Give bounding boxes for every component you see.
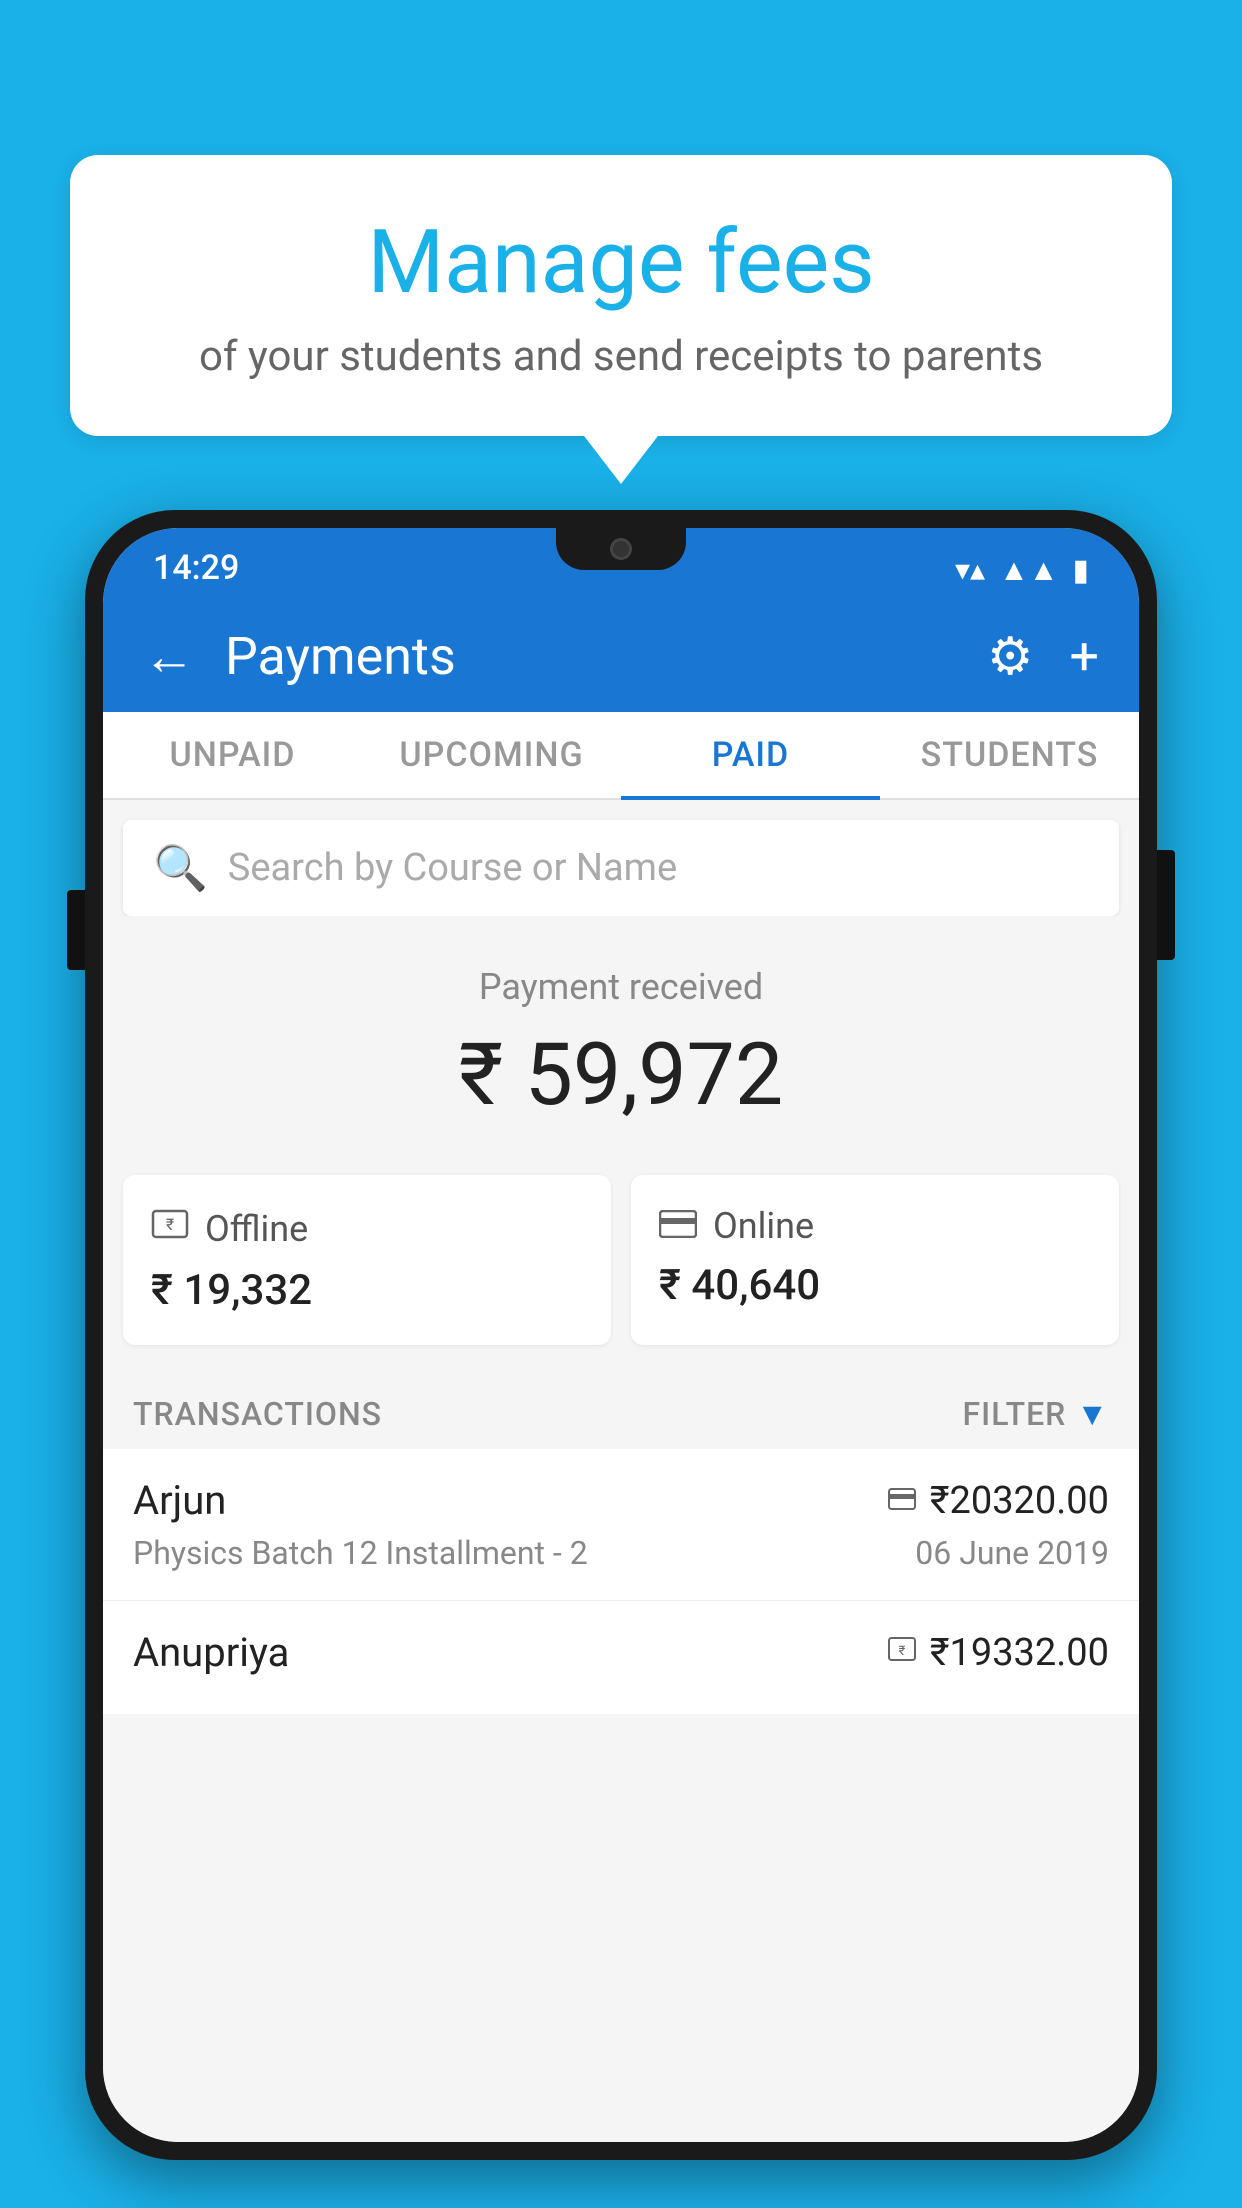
speech-bubble-subtitle: of your students and send receipts to pa…: [150, 332, 1092, 381]
offline-payment-icon: ₹: [151, 1205, 189, 1252]
back-button[interactable]: ←: [143, 626, 195, 687]
payment-received-label: Payment received: [133, 966, 1109, 1008]
front-camera: [610, 538, 632, 560]
tab-students[interactable]: STUDENTS: [880, 712, 1139, 798]
search-icon: 🔍: [153, 842, 208, 894]
transaction-date: 06 June 2019: [915, 1534, 1109, 1572]
phone-wrapper: 14:29 ▾▴ ▲▲ ▮ ← Payments ⚙ +: [85, 510, 1157, 2208]
online-card-amount: ₹ 40,640: [659, 1261, 1091, 1310]
svg-text:₹: ₹: [166, 1215, 174, 1234]
transaction-amount: ₹20320.00: [930, 1479, 1109, 1523]
tabs-bar: UNPAID UPCOMING PAID STUDENTS: [103, 712, 1139, 800]
transaction-top: Arjun ₹20320.00: [133, 1477, 1109, 1524]
app-bar: ← Payments ⚙ +: [103, 600, 1139, 712]
speech-bubble-container: Manage fees of your students and send re…: [70, 155, 1172, 436]
payment-received-amount: ₹ 59,972: [133, 1024, 1109, 1125]
filter-icon: ▼: [1076, 1395, 1109, 1433]
tab-upcoming[interactable]: UPCOMING: [362, 712, 621, 798]
transactions-label: TRANSACTIONS: [133, 1395, 382, 1433]
tab-unpaid[interactable]: UNPAID: [103, 712, 362, 798]
transaction-amount-row: ₹20320.00: [888, 1479, 1109, 1523]
transaction-amount-2: ₹19332.00: [930, 1631, 1109, 1675]
online-card: Online ₹ 40,640: [631, 1175, 1119, 1345]
speech-bubble-title: Manage fees: [150, 215, 1092, 312]
payment-summary: Payment received ₹ 59,972: [103, 916, 1139, 1155]
speech-bubble: Manage fees of your students and send re…: [70, 155, 1172, 436]
transaction-item-partial[interactable]: Anupriya ₹ ₹19332.00: [103, 1601, 1139, 1714]
svg-text:₹: ₹: [898, 1644, 905, 1659]
phone-notch: [556, 528, 686, 570]
battery-icon: ▮: [1072, 553, 1089, 588]
offline-card-amount: ₹ 19,332: [151, 1266, 583, 1315]
status-time: 14:29: [153, 528, 239, 588]
wifi-icon: ▾▴: [955, 553, 985, 588]
payment-cards: ₹ Offline ₹ 19,332: [103, 1155, 1139, 1375]
transaction-bottom: Physics Batch 12 Installment - 2 06 June…: [133, 1534, 1109, 1572]
online-card-header: Online: [659, 1205, 1091, 1247]
transaction-name-2: Anupriya: [133, 1629, 289, 1676]
tab-paid[interactable]: PAID: [621, 712, 880, 798]
status-icons: ▾▴ ▲▲ ▮: [955, 528, 1089, 588]
transaction-top-2: Anupriya ₹ ₹19332.00: [133, 1629, 1109, 1676]
add-icon[interactable]: +: [1069, 626, 1099, 687]
online-payment-icon: [659, 1205, 697, 1247]
search-bar[interactable]: 🔍 Search by Course or Name: [123, 820, 1119, 916]
transaction-item[interactable]: Arjun ₹20320.00: [103, 1449, 1139, 1601]
settings-icon[interactable]: ⚙: [987, 626, 1034, 687]
transaction-amount-row-2: ₹ ₹19332.00: [888, 1631, 1109, 1675]
transaction-course: Physics Batch 12 Installment - 2: [133, 1534, 588, 1572]
online-tx-icon: [888, 1483, 916, 1518]
content-area: 🔍 Search by Course or Name Payment recei…: [103, 800, 1139, 2142]
phone-screen: 14:29 ▾▴ ▲▲ ▮ ← Payments ⚙ +: [103, 528, 1139, 2142]
online-card-label: Online: [713, 1205, 814, 1247]
offline-tx-icon: ₹: [888, 1635, 916, 1671]
filter-button[interactable]: FILTER ▼: [963, 1395, 1109, 1433]
signal-icon: ▲▲: [999, 553, 1058, 588]
offline-card: ₹ Offline ₹ 19,332: [123, 1175, 611, 1345]
offline-card-header: ₹ Offline: [151, 1205, 583, 1252]
transaction-name: Arjun: [133, 1477, 226, 1524]
filter-label: FILTER: [963, 1395, 1067, 1433]
transactions-header: TRANSACTIONS FILTER ▼: [103, 1375, 1139, 1449]
offline-card-label: Offline: [205, 1208, 308, 1250]
search-input[interactable]: Search by Course or Name: [228, 846, 677, 890]
transaction-list: Arjun ₹20320.00: [103, 1449, 1139, 1714]
app-bar-icons: ⚙ +: [987, 626, 1099, 687]
phone-inner: 14:29 ▾▴ ▲▲ ▮ ← Payments ⚙ +: [103, 528, 1139, 2142]
phone-outer: 14:29 ▾▴ ▲▲ ▮ ← Payments ⚙ +: [85, 510, 1157, 2160]
app-bar-title: Payments: [225, 626, 957, 687]
